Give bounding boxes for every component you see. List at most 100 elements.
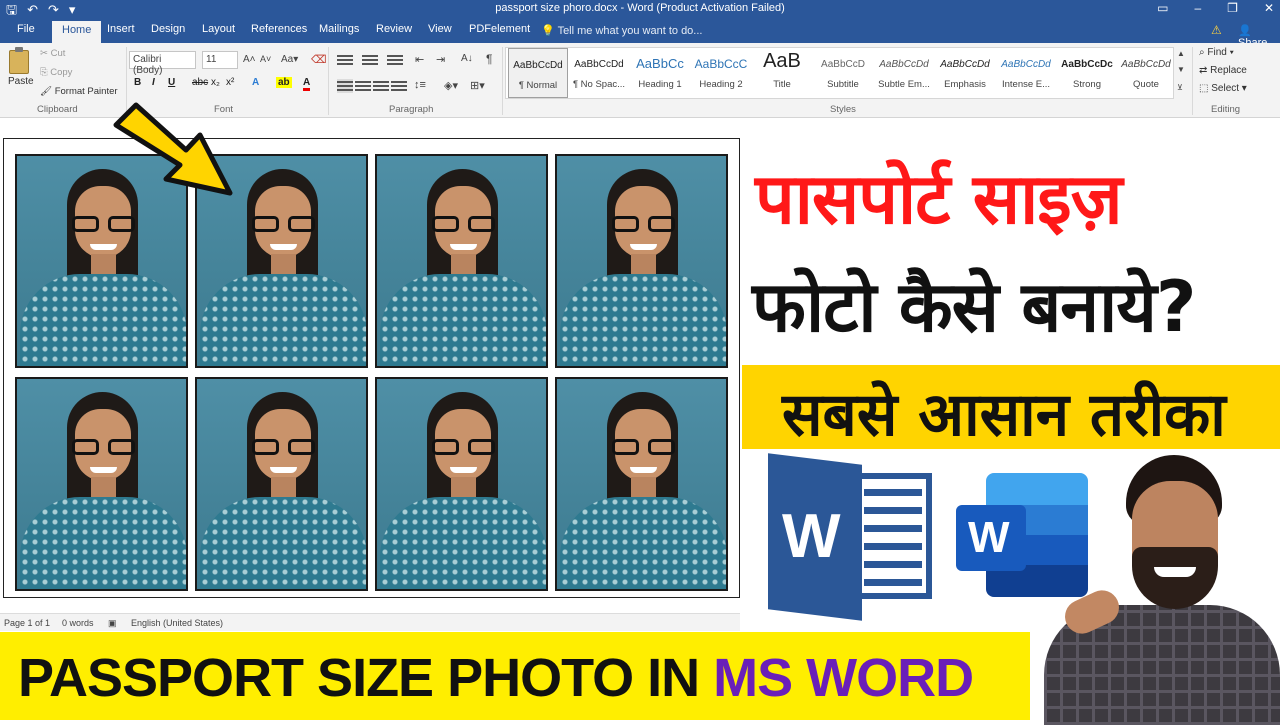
align-left-icon[interactable] [337, 79, 353, 93]
styles-scroll-up-icon[interactable]: ▲ [1177, 49, 1185, 58]
passport-photo[interactable] [15, 377, 188, 591]
lightbulb-icon: 💡 [541, 25, 555, 37]
replace-icon: ⇄ [1199, 65, 1208, 76]
strikethrough-button[interactable]: abc [192, 77, 208, 88]
select-icon: ⬚ [1199, 83, 1209, 94]
tell-me-search[interactable]: 💡 Tell me what you want to do... [541, 24, 702, 37]
shading-icon[interactable]: ◈▾ [444, 79, 458, 92]
tab-layout[interactable]: Layout [202, 23, 235, 35]
tab-home[interactable]: Home [52, 21, 102, 43]
numbering-icon[interactable] [362, 53, 378, 67]
highlight-icon[interactable]: ab [276, 77, 292, 88]
shrink-font-icon[interactable]: A˅ [260, 54, 271, 64]
divider [502, 47, 503, 115]
borders-icon[interactable]: ⊞▾ [470, 79, 485, 92]
style-quote[interactable]: AaBbCcDd Quote [1116, 48, 1176, 98]
warning-icon[interactable]: ⚠ [1211, 23, 1222, 37]
style-emphasis[interactable]: AaBbCcDd Emphasis [935, 48, 995, 98]
subscript-button[interactable]: x₂ [211, 77, 220, 88]
language-indicator[interactable]: English (United States) [131, 618, 223, 628]
superscript-button[interactable]: x² [226, 77, 234, 88]
minimize-icon[interactable]: – [1194, 1, 1201, 15]
headline-line-1: पासपोर्ट साइज़ [755, 158, 1123, 240]
tab-view[interactable]: View [428, 23, 452, 35]
paragraph-group-label: Paragraph [389, 104, 434, 115]
format-painter-button[interactable]: 🖌 Format Painter [40, 86, 118, 97]
clear-formatting-icon[interactable]: ⌫ [311, 53, 327, 66]
headline-line-2: फोटो कैसे बनाये? [752, 266, 1196, 348]
pointer-arrow [113, 102, 233, 196]
ribbon-tabs: File Home Insert Design Layout Reference… [0, 19, 1280, 49]
restore-icon[interactable]: ❐ [1227, 1, 1238, 15]
decrease-indent-icon[interactable]: ⇤ [415, 53, 424, 66]
justify-icon[interactable] [391, 79, 407, 93]
tab-references[interactable]: References [251, 23, 307, 35]
clipboard-group-label: Clipboard [37, 104, 78, 115]
tab-file[interactable]: File [17, 23, 35, 35]
paste-button[interactable]: Paste [8, 76, 34, 87]
show-marks-icon[interactable]: ¶ [486, 52, 492, 66]
style-strong[interactable]: AaBbCcDc Strong [1057, 48, 1117, 98]
line-spacing-icon[interactable]: ↕≡ [414, 79, 426, 91]
passport-photo[interactable] [555, 154, 728, 368]
font-size-select[interactable]: 11 [202, 51, 238, 69]
copy-button[interactable]: ⎘ Copy [40, 67, 72, 78]
document-page[interactable] [3, 138, 740, 598]
bold-button[interactable]: B [134, 77, 141, 88]
proofing-icon[interactable]: ▣ [108, 618, 117, 629]
paste-icon[interactable] [9, 47, 29, 74]
styles-scroll-down-icon[interactable]: ▼ [1177, 65, 1185, 74]
styles-group-label: Styles [830, 104, 856, 115]
text-effects-icon[interactable]: A [252, 77, 259, 88]
style-no-spacing[interactable]: AaBbCcDd ¶ No Spac... [569, 48, 629, 98]
passport-photo[interactable] [375, 154, 548, 368]
style-normal[interactable]: AaBbCcDd ¶ Normal [508, 48, 568, 98]
font-color-icon[interactable]: A [303, 77, 311, 91]
grow-font-icon[interactable]: A˄ [243, 54, 256, 65]
style-subtle-emphasis[interactable]: AaBbCcDd Subtle Em... [874, 48, 934, 98]
style-intense-emphasis[interactable]: AaBbCcDd Intense E... [996, 48, 1056, 98]
close-icon[interactable]: ✕ [1264, 1, 1274, 15]
align-center-icon[interactable] [355, 79, 371, 93]
multilevel-list-icon[interactable] [387, 53, 403, 67]
styles-more-icon[interactable]: ⊻ [1177, 83, 1183, 92]
styles-gallery: AaBbCcDd ¶ Normal AaBbCcDd ¶ No Spac... … [505, 47, 1174, 99]
word-count[interactable]: 0 words [62, 618, 94, 628]
style-subtitle[interactable]: AaBbCcD Subtitle [813, 48, 873, 98]
passport-photo[interactable] [555, 377, 728, 591]
banner-title: PASSPORT SIZE PHOTO IN MS WORD [18, 648, 974, 708]
tab-pdfelement[interactable]: PDFelement [469, 23, 530, 35]
increase-indent-icon[interactable]: ⇥ [436, 53, 445, 66]
replace-button[interactable]: ⇄ Replace [1199, 65, 1247, 76]
banner-ms-word: MS WORD [713, 648, 974, 708]
tab-design[interactable]: Design [151, 23, 185, 35]
find-button[interactable]: ⌕ Find ▾ [1199, 47, 1234, 58]
presenter-image [1034, 455, 1280, 725]
document-title: passport size phoro.docx - Word (Product… [495, 2, 785, 14]
word-logo-classic: W [768, 453, 934, 621]
ribbon-display-icon[interactable]: ▭ [1157, 1, 1168, 15]
align-right-icon[interactable] [373, 79, 389, 93]
change-case-icon[interactable]: Aa▾ [281, 54, 298, 65]
editing-group-label: Editing [1211, 104, 1241, 115]
style-title[interactable]: AaB Title [752, 48, 812, 98]
cut-button[interactable]: ✂ Cut [40, 48, 65, 59]
passport-photo[interactable] [195, 377, 368, 591]
tab-review[interactable]: Review [376, 23, 412, 35]
font-name-select[interactable]: Calibri (Body) [129, 51, 196, 76]
sort-icon[interactable]: A↓ [461, 53, 473, 64]
tab-insert[interactable]: Insert [107, 23, 135, 35]
title-bar: 🖫 ↶ ↷ ▾ passport size phoro.docx - Word … [0, 0, 1280, 19]
style-heading-1[interactable]: AaBbCc Heading 1 [630, 48, 690, 98]
italic-button[interactable]: I [152, 77, 155, 88]
page-count[interactable]: Page 1 of 1 [4, 618, 50, 628]
window-controls: ▭ – ❐ ✕ [1157, 1, 1274, 15]
tab-mailings[interactable]: Mailings [319, 23, 359, 35]
bullets-icon[interactable] [337, 53, 353, 67]
underline-button[interactable]: U [168, 77, 175, 88]
style-heading-2[interactable]: AaBbCcC Heading 2 [691, 48, 751, 98]
divider [1192, 47, 1193, 115]
select-button[interactable]: ⬚ Select ▾ [1199, 83, 1247, 94]
person-icon: 👤 [1238, 25, 1252, 37]
passport-photo[interactable] [375, 377, 548, 591]
